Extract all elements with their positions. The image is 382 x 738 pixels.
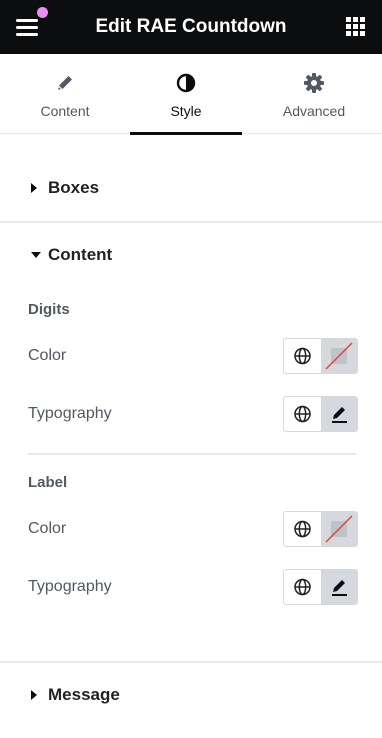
no-color-icon [325, 515, 353, 543]
label-typography-label: Typography [28, 578, 112, 595]
pencil-icon [332, 580, 347, 596]
tab-style[interactable]: Style [130, 54, 242, 135]
edit-typography-button[interactable] [321, 397, 357, 431]
digits-typography-control [283, 396, 358, 432]
tab-advanced[interactable]: Advanced [258, 54, 370, 133]
digits-color-label: Color [28, 347, 67, 364]
label-heading: Label [28, 474, 68, 491]
globe-icon [294, 347, 311, 365]
notification-dot [37, 7, 48, 18]
tab-label: Style [170, 103, 202, 119]
global-colors-button[interactable] [284, 512, 321, 546]
section-title: Message [48, 685, 120, 704]
section-title: Boxes [48, 178, 100, 197]
tab-label: Advanced [282, 103, 346, 119]
page-title: Edit RAE Countdown [95, 16, 287, 37]
pencil-icon [332, 407, 347, 423]
globe-icon [294, 405, 311, 423]
active-tab-indicator [130, 132, 242, 135]
panel-tabs: Content Style Advanced [0, 54, 382, 135]
hamburger-icon [16, 19, 38, 22]
color-picker-button[interactable] [321, 339, 357, 373]
label-color-control [283, 511, 358, 547]
pencil-icon [58, 76, 72, 90]
group-divider [28, 453, 356, 455]
section-message[interactable]: Message [0, 677, 382, 713]
section-boxes[interactable]: Boxes [0, 170, 382, 206]
color-picker-button[interactable] [321, 512, 357, 546]
section-divider [0, 661, 382, 663]
globe-icon [294, 520, 311, 538]
caret-right-icon [31, 183, 37, 193]
contrast-icon [176, 73, 196, 93]
apps-button[interactable] [346, 17, 366, 37]
menu-button[interactable] [14, 14, 42, 40]
digits-heading: Digits [28, 301, 70, 318]
global-fonts-button[interactable] [284, 397, 321, 431]
editor-header: Edit RAE Countdown [0, 0, 382, 54]
label-typography-control [283, 569, 358, 605]
caret-down-icon [31, 252, 41, 258]
digits-color-control [283, 338, 358, 374]
tab-label: Content [40, 103, 90, 119]
section-divider [0, 221, 382, 223]
global-fonts-button[interactable] [284, 570, 321, 604]
globe-icon [294, 578, 311, 596]
section-title: Content [48, 245, 113, 264]
digits-typography-label: Typography [28, 405, 112, 422]
gear-icon [304, 73, 324, 93]
edit-typography-button[interactable] [321, 570, 357, 604]
caret-right-icon [31, 690, 37, 700]
no-color-icon [325, 342, 353, 370]
label-color-label: Color [28, 520, 67, 537]
global-colors-button[interactable] [284, 339, 321, 373]
section-content[interactable]: Content [0, 237, 382, 273]
tab-content[interactable]: Content [9, 54, 121, 133]
